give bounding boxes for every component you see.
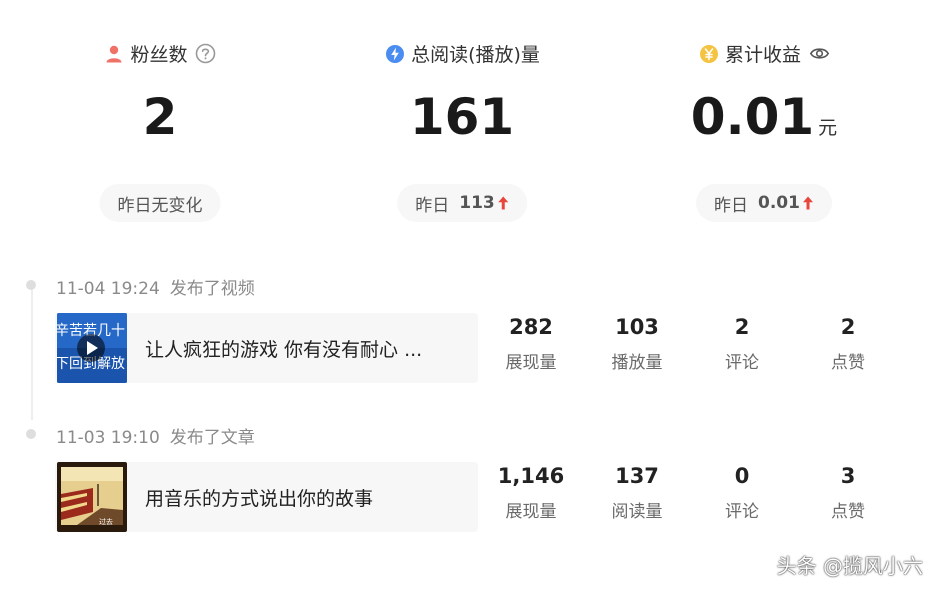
video-title[interactable]: 让人疯狂的游戏 你有没有耐心 ... [145, 313, 465, 383]
metric-label: 展现量 [505, 502, 557, 522]
earnings-yesterday-value: 0.01 [758, 193, 800, 213]
timeline-entry-meta: 11-03 19:10 发布了文章 [56, 423, 255, 448]
metric-value: 1,146 [497, 464, 565, 488]
earnings-stat-value: 0.01 元 [634, 88, 894, 146]
article-title[interactable]: 用音乐的方式说出你的故事 [145, 462, 465, 532]
article-comments-metric: 0 评论 [697, 461, 787, 522]
earnings-stat-card: 累计收益 0.01 元 昨日 0.01 [634, 0, 894, 240]
reads-yesterday-prefix: 昨日 [415, 195, 450, 216]
earnings-yesterday-prefix: 昨日 [714, 195, 749, 216]
publish-datetime: 11-04 19:24 [56, 279, 160, 299]
timeline-dot [26, 280, 36, 290]
metric-label: 播放量 [611, 353, 663, 373]
reads-yesterday-value: 113 [459, 193, 495, 213]
metric-value: 2 [840, 315, 856, 339]
video-likes-metric: 2 点赞 [803, 312, 893, 373]
metric-label: 评论 [725, 353, 759, 373]
yen-coin-icon [698, 43, 720, 65]
video-comments-metric: 2 评论 [697, 312, 787, 373]
arrow-up-icon [497, 195, 509, 211]
metric-value: 3 [840, 464, 856, 488]
fans-stat-label: 粉丝数 [130, 44, 188, 66]
fans-count: 2 [142, 88, 178, 146]
article-content-card[interactable]: 过去 用音乐的方式说出你的故事 [55, 462, 478, 532]
reads-count: 161 [409, 88, 515, 146]
publish-action: 发布了视频 [169, 279, 255, 299]
metric-label: 点赞 [831, 353, 865, 373]
timeline-line [31, 290, 33, 420]
video-thumbnail[interactable]: 辛苦若几十 下回到解放 [57, 313, 127, 383]
fans-yesterday-pill: 昨日无变化 [99, 184, 221, 222]
video-content-card[interactable]: 辛苦若几十 下回到解放 让人疯狂的游戏 你有没有耐心 ... [55, 313, 478, 383]
metric-label: 点赞 [831, 502, 865, 522]
publish-datetime: 11-03 19:10 [56, 428, 160, 448]
video-plays-metric: 103 播放量 [592, 312, 682, 373]
fans-stat-card: 粉丝数 2 昨日无变化 [30, 0, 290, 240]
metric-value: 137 [615, 464, 659, 488]
reads-yesterday-pill: 昨日 113 [397, 184, 527, 222]
article-likes-metric: 3 点赞 [803, 461, 893, 522]
question-circle-icon[interactable] [195, 43, 217, 65]
earnings-unit: 元 [818, 117, 838, 139]
earnings-stat-header: 累计收益 [634, 40, 894, 67]
metric-value: 282 [509, 315, 553, 339]
source-watermark: 头条 @揽风小六 [776, 554, 923, 578]
reads-stat-label: 总阅读(播放)量 [411, 44, 540, 66]
earnings-amount: 0.01 [690, 88, 815, 146]
timeline-entry-meta: 11-04 19:24 发布了视频 [56, 274, 255, 299]
lightning-icon [384, 43, 406, 65]
arrow-up-icon [802, 195, 814, 211]
reads-stat-card: 总阅读(播放)量 161 昨日 113 [332, 0, 592, 240]
metric-label: 展现量 [505, 353, 557, 373]
creator-dashboard: 粉丝数 2 昨日无变化 总阅读(播放)量 161 昨日 113 累计收益 0.0… [0, 0, 939, 593]
reads-stat-header: 总阅读(播放)量 [332, 40, 592, 67]
earnings-yesterday-pill: 昨日 0.01 [696, 184, 832, 222]
metric-label: 评论 [725, 502, 759, 522]
metric-value: 0 [734, 464, 750, 488]
earnings-stat-label: 累计收益 [724, 44, 801, 66]
article-reads-metric: 137 阅读量 [592, 461, 682, 522]
video-impressions-metric: 282 展现量 [486, 312, 576, 373]
article-thumbnail[interactable]: 过去 [57, 462, 127, 532]
fans-stat-header: 粉丝数 [30, 40, 290, 67]
user-icon [103, 43, 125, 65]
publish-action: 发布了文章 [169, 428, 255, 448]
article-impressions-metric: 1,146 展现量 [486, 461, 576, 522]
timeline-dot [26, 429, 36, 439]
metric-label: 阅读量 [611, 502, 663, 522]
fans-stat-value: 2 [30, 88, 290, 146]
reads-stat-value: 161 [332, 88, 592, 146]
fans-yesterday-text: 昨日无变化 [117, 195, 203, 216]
metric-value: 2 [734, 315, 750, 339]
svg-text:过去: 过去 [99, 517, 113, 526]
metric-value: 103 [615, 315, 659, 339]
eye-icon[interactable] [808, 43, 830, 65]
